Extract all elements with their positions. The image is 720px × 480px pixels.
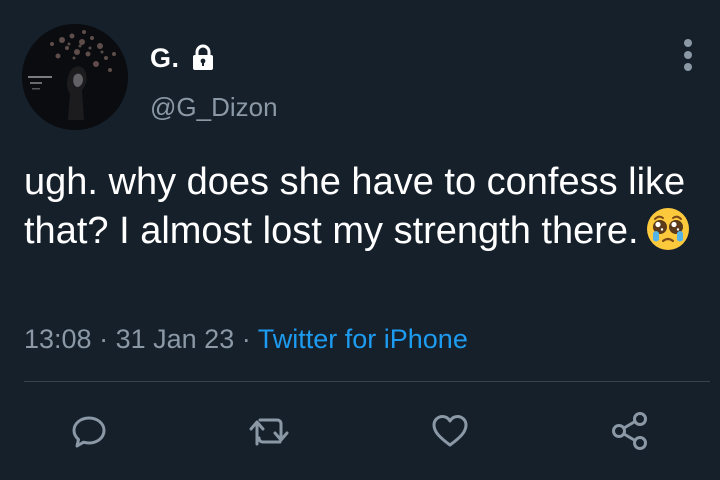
user-name-row: G. [150, 40, 218, 76]
tweet-time: 13:08 [24, 324, 92, 354]
retweet-icon [247, 411, 293, 456]
more-options-icon[interactable] [676, 36, 700, 76]
divider [24, 381, 710, 382]
lock-icon [188, 43, 218, 73]
tweet-metadata: 13:08 · 31 Jan 23 · Twitter for iPhone [24, 324, 468, 355]
retweet-button[interactable] [247, 410, 293, 456]
reply-icon [69, 411, 109, 456]
tweet-text-body: ugh. why does she have to confess like t… [24, 161, 686, 252]
tweet-text: ugh. why does she have to confess like t… [24, 158, 704, 255]
user-handle[interactable]: @G_Dizon [150, 92, 278, 123]
pleading-face-emoji-icon [645, 206, 691, 252]
meta-separator: · [99, 324, 109, 354]
share-button[interactable] [607, 410, 653, 456]
tweet-date: 31 Jan 23 [115, 324, 235, 354]
share-icon [609, 410, 651, 457]
display-name[interactable]: G. [150, 43, 180, 74]
avatar[interactable] [22, 24, 128, 130]
tweet-detail: G. @G_Dizon ugh. why does she have to co… [0, 0, 720, 480]
like-button[interactable] [427, 410, 473, 456]
like-icon [429, 411, 471, 456]
meta-separator: · [241, 324, 251, 354]
tweet-source-link[interactable]: Twitter for iPhone [258, 324, 468, 354]
reply-button[interactable] [66, 410, 112, 456]
